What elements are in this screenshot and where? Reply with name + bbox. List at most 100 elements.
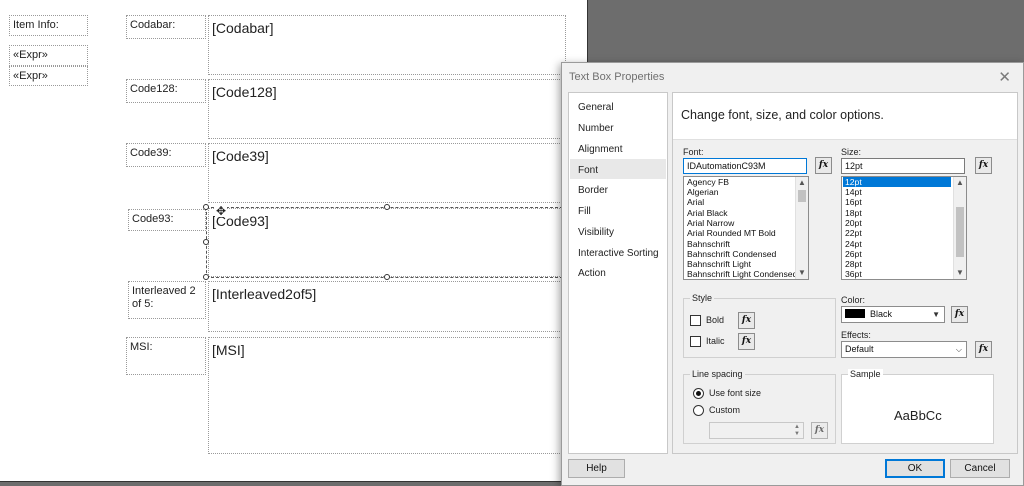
nav-item-alignment[interactable]: Alignment	[578, 144, 622, 155]
nav-item-number[interactable]: Number	[578, 123, 614, 134]
bold-label[interactable]: Bold	[706, 315, 724, 325]
list-item[interactable]: Agency FB	[687, 177, 729, 187]
bold-checkbox[interactable]	[690, 315, 701, 326]
codabar-field[interactable]: [Codabar]	[208, 15, 566, 75]
color-swatch	[845, 309, 865, 318]
custom-label[interactable]: Custom	[709, 405, 740, 415]
cancel-button[interactable]: Cancel	[950, 459, 1010, 478]
list-item[interactable]: Arial Rounded MT Bold	[687, 228, 776, 238]
ok-button[interactable]: OK	[885, 459, 945, 478]
property-page-list: General Number Alignment Font Border Fil…	[568, 92, 668, 454]
chevron-up-icon[interactable]: ▲	[792, 424, 802, 431]
interleaved-field[interactable]: [Interleaved2of5]	[208, 281, 566, 332]
close-icon[interactable]: ✕	[998, 68, 1011, 86]
code128-label[interactable]: Code128:	[126, 79, 206, 103]
color-dropdown[interactable]: Black ▼	[841, 306, 945, 323]
size-list[interactable]: 12pt 14pt 16pt 18pt 20pt 22pt 24pt 26pt …	[841, 176, 967, 280]
line-spacing-group: Line spacing Use font size Custom ▲ ▼ fx	[683, 369, 836, 444]
list-item[interactable]: 24pt	[845, 239, 862, 249]
list-item[interactable]: 22pt	[845, 228, 862, 238]
spacing-expression-button[interactable]: fx	[811, 422, 828, 439]
bold-expression-button[interactable]: fx	[738, 312, 755, 329]
list-item[interactable]: 28pt	[845, 259, 862, 269]
use-font-size-label[interactable]: Use font size	[709, 388, 761, 398]
list-item[interactable]: 36pt	[845, 269, 862, 279]
nav-item-border[interactable]: Border	[578, 185, 608, 196]
interleaved-label[interactable]: Interleaved 2 of 5:	[128, 281, 206, 319]
page-header-text: Change font, size, and color options.	[681, 108, 884, 122]
help-button[interactable]: Help	[568, 459, 625, 478]
font-list-scrollbar[interactable]: ▲ ▼	[795, 177, 808, 279]
expr-textbox-2[interactable]: «Expr»	[9, 66, 88, 86]
resize-handle-tl[interactable]	[203, 204, 209, 210]
list-item[interactable]: Arial Narrow	[687, 218, 734, 228]
nav-item-font[interactable]: Font	[578, 165, 598, 176]
size-input[interactable]: 12pt	[841, 158, 965, 174]
list-item[interactable]: 18pt	[845, 208, 862, 218]
item-info-label[interactable]: Item Info:	[9, 15, 88, 36]
code93-label[interactable]: Code93:	[128, 209, 206, 231]
custom-spacing-input[interactable]: ▲ ▼	[709, 422, 804, 439]
caret-down-icon: ▼	[932, 310, 940, 319]
report-design-surface[interactable]: Item Info: «Expr» «Expr» Codabar: [Codab…	[0, 0, 588, 482]
list-item[interactable]: Bahnschrift	[687, 239, 730, 249]
font-label: Font:	[683, 147, 704, 157]
list-item-selected[interactable]: 12pt	[843, 177, 951, 187]
list-item[interactable]: Bahnschrift Light	[687, 259, 751, 269]
resize-handle-bm[interactable]	[384, 274, 390, 280]
code39-label[interactable]: Code39:	[126, 143, 206, 167]
sample-preview: Sample AaBbCc	[841, 369, 994, 444]
list-item[interactable]: 20pt	[845, 218, 862, 228]
msi-label[interactable]: MSI:	[126, 337, 206, 375]
line-spacing-title: Line spacing	[690, 369, 745, 379]
scroll-thumb[interactable]	[956, 207, 964, 257]
nav-item-general[interactable]: General	[578, 102, 614, 113]
size-list-scrollbar[interactable]: ▲ ▼	[953, 177, 966, 279]
font-expression-button[interactable]: fx	[815, 157, 832, 174]
resize-handle-bl[interactable]	[203, 274, 209, 280]
expr-textbox-1[interactable]: «Expr»	[9, 45, 88, 66]
chevron-down-icon[interactable]: ▼	[954, 267, 966, 279]
list-item[interactable]: 16pt	[845, 197, 862, 207]
use-font-size-radio[interactable]	[693, 388, 704, 399]
nav-item-fill[interactable]: Fill	[578, 206, 591, 217]
list-item[interactable]: Bahnschrift Condensed	[687, 249, 776, 259]
code128-field[interactable]: [Code128]	[208, 79, 566, 139]
nav-item-visibility[interactable]: Visibility	[578, 227, 614, 238]
italic-checkbox[interactable]	[690, 336, 701, 347]
code39-field[interactable]: [Code39]	[208, 143, 566, 203]
list-item[interactable]: 14pt	[845, 187, 862, 197]
custom-radio[interactable]	[693, 405, 704, 416]
effects-dropdown[interactable]: Default ⌵	[841, 341, 967, 358]
effects-value: Default	[845, 344, 874, 354]
move-icon[interactable]: ✥	[215, 205, 227, 217]
effects-expression-button[interactable]: fx	[975, 341, 992, 358]
style-group: Style Bold fx Italic fx	[683, 293, 836, 358]
size-expression-button[interactable]: fx	[975, 157, 992, 174]
chevron-down-icon: ⌵	[955, 345, 962, 354]
italic-expression-button[interactable]: fx	[738, 333, 755, 350]
chevron-up-icon[interactable]: ▲	[954, 177, 966, 189]
list-item[interactable]: Arial	[687, 197, 704, 207]
color-expression-button[interactable]: fx	[951, 306, 968, 323]
list-item[interactable]: Algerian	[687, 187, 719, 197]
color-label: Color:	[841, 295, 866, 305]
scroll-thumb[interactable]	[798, 190, 806, 202]
italic-label[interactable]: Italic	[706, 336, 725, 346]
resize-handle-ml[interactable]	[203, 239, 209, 245]
codabar-label[interactable]: Codabar:	[126, 15, 206, 39]
font-input[interactable]: IDAutomationC93M	[683, 158, 807, 174]
list-item[interactable]: Bahnschrift Light Condensed	[687, 269, 797, 279]
nav-item-action[interactable]: Action	[578, 268, 606, 279]
chevron-down-icon[interactable]: ▼	[796, 267, 808, 279]
list-item[interactable]: Arial Black	[687, 208, 728, 218]
effects-label: Effects:	[841, 330, 871, 340]
list-item[interactable]: 26pt	[845, 249, 862, 259]
chevron-down-icon[interactable]: ▼	[792, 431, 802, 438]
nav-item-interactive-sorting[interactable]: Interactive Sorting	[578, 248, 659, 259]
chevron-up-icon[interactable]: ▲	[796, 177, 808, 189]
msi-field[interactable]: [MSI]	[208, 337, 566, 454]
page-header: Change font, size, and color options.	[673, 93, 1017, 140]
resize-handle-tm[interactable]	[384, 204, 390, 210]
font-list[interactable]: Agency FB Algerian Arial Arial Black Ari…	[683, 176, 809, 280]
